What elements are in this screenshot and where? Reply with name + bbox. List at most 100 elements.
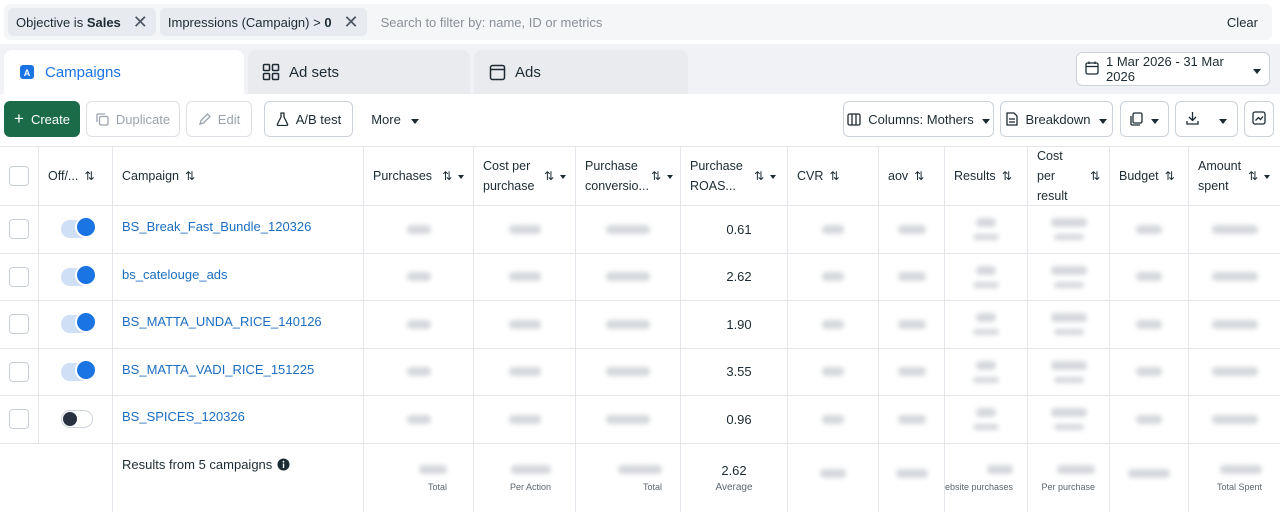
metric-cell	[1189, 301, 1280, 348]
redacted-subvalue	[1053, 281, 1084, 288]
column-header-label: Campaign	[122, 169, 179, 183]
campaign-name-link[interactable]: BS_Break_Fast_Bundle_120326	[113, 219, 311, 234]
metric-cell	[576, 301, 681, 348]
row-checkbox[interactable]	[9, 314, 29, 335]
redacted-value	[406, 319, 431, 329]
table-row[interactable]: BS_MATTA_UNDA_RICE_140126 1.90	[0, 301, 1280, 349]
sort-icon[interactable]: ⇅	[1002, 166, 1012, 186]
row-checkbox[interactable]	[9, 361, 29, 382]
roas-value: 0.96	[726, 411, 752, 427]
sort-icon[interactable]: ⇅	[914, 166, 924, 186]
campaign-toggle[interactable]	[61, 358, 97, 381]
redacted-subvalue	[1053, 329, 1084, 336]
sort-icon[interactable]: ⇅	[185, 166, 195, 186]
metric-cell	[1189, 396, 1280, 443]
filter-chip-impressions[interactable]: Impressions (Campaign) > 0 ✕	[159, 8, 367, 36]
column-header-campaign[interactable]: Campaign ⇅	[113, 147, 364, 205]
column-header-budget[interactable]: Budget ⇅	[1110, 147, 1189, 205]
column-header-cvr[interactable]: CVR ⇅	[788, 147, 879, 205]
tab-ads[interactable]: Ads	[474, 50, 688, 94]
column-header-aov[interactable]: aov ⇅	[879, 147, 945, 205]
sort-icon[interactable]: ⇅	[544, 166, 566, 186]
metric-cell	[1110, 301, 1189, 348]
redacted-value	[822, 414, 844, 424]
search-input[interactable]	[370, 8, 1227, 36]
sort-icon[interactable]: ⇅	[84, 166, 94, 186]
column-header-purchases[interactable]: Purchases ⇅	[364, 147, 474, 205]
campaign-toggle[interactable]	[61, 410, 93, 429]
sort-icon[interactable]: ⇅	[651, 166, 674, 186]
campaign-name-link[interactable]: BS_SPICES_120326	[113, 409, 245, 424]
column-header-results[interactable]: Results ⇅	[945, 147, 1028, 205]
row-checkbox[interactable]	[9, 266, 29, 287]
column-header-label: Results	[954, 169, 996, 183]
tab-ad-sets[interactable]: Ad sets	[248, 50, 470, 94]
edit-button[interactable]: Edit	[186, 101, 252, 137]
row-select-cell	[0, 253, 39, 300]
create-button-label: Create	[30, 111, 70, 127]
roas-cell: 0.61	[681, 206, 788, 253]
redacted-value	[1050, 360, 1087, 370]
column-header-cost-per-purchase[interactable]: Cost per purchase ⇅	[474, 147, 576, 205]
redacted-value	[822, 319, 844, 329]
redacted-value	[897, 414, 926, 424]
roas-value: 0.61	[726, 221, 752, 237]
columns-icon	[847, 112, 861, 126]
clear-button[interactable]: Clear	[1227, 15, 1258, 30]
info-icon[interactable]	[277, 458, 290, 474]
sort-icon[interactable]: ⇅	[829, 166, 839, 186]
breakdown-button[interactable]: Breakdown	[1000, 101, 1113, 137]
sort-icon[interactable]: ⇅	[442, 166, 465, 186]
export-button[interactable]	[1175, 101, 1238, 137]
sort-icon[interactable]: ⇅	[1090, 166, 1100, 186]
select-all-checkbox[interactable]	[9, 166, 29, 186]
table-row[interactable]: BS_Break_Fast_Bundle_120326 0.61	[0, 206, 1280, 254]
columns-button[interactable]: Columns: Mothers	[843, 101, 994, 137]
campaign-name-link[interactable]: bs_catelouge_ads	[113, 267, 228, 282]
campaign-name-link[interactable]: BS_MATTA_UNDA_RICE_140126	[113, 314, 322, 329]
redacted-subvalue	[973, 376, 999, 383]
more-button[interactable]: More	[362, 101, 428, 137]
table-footer: Results from 5 campaigns Total Per Actio…	[0, 444, 1280, 512]
column-header-cost-per-result[interactable]: Cost per result ⇅	[1028, 147, 1110, 205]
table-row[interactable]: BS_SPICES_120326 0.96	[0, 396, 1280, 444]
close-icon[interactable]: ✕	[133, 13, 148, 31]
row-checkbox[interactable]	[9, 409, 29, 430]
column-header-purchase-conversion[interactable]: Purchase conversio... ⇅	[576, 147, 681, 205]
table-row[interactable]: BS_MATTA_VADI_RICE_151225 3.55	[0, 348, 1280, 396]
campaign-name-link[interactable]: BS_MATTA_VADI_RICE_151225	[113, 362, 314, 377]
redacted-value	[406, 272, 431, 282]
date-range-picker[interactable]: 1 Mar 2026 - 31 Mar 2026	[1076, 52, 1270, 86]
chevron-down-icon	[410, 112, 419, 127]
sort-icon[interactable]: ⇅	[754, 166, 777, 186]
row-checkbox[interactable]	[9, 219, 29, 240]
column-header-label: Cost per purchase	[483, 159, 535, 193]
metric-cell	[364, 396, 474, 443]
campaign-toggle[interactable]	[61, 263, 97, 286]
ab-test-button[interactable]: A/B test	[264, 101, 353, 137]
close-icon[interactable]: ✕	[344, 13, 359, 31]
sort-icon[interactable]: ⇅	[1248, 166, 1271, 186]
redacted-value	[606, 414, 650, 424]
create-button[interactable]: + Create	[4, 101, 80, 137]
footer-cvr	[788, 444, 879, 512]
sort-icon[interactable]: ⇅	[1165, 166, 1175, 186]
footer-roas: 2.62 Average	[681, 444, 788, 512]
tab-campaigns[interactable]: A Campaigns	[4, 50, 244, 94]
campaign-toggle[interactable]	[61, 311, 97, 334]
table-row[interactable]: bs_catelouge_ads 2.62	[0, 253, 1280, 301]
column-header-purchase-roas[interactable]: Purchase ROAS... ⇅	[681, 147, 788, 205]
reports-button[interactable]	[1120, 101, 1169, 137]
footer-label: Results from 5 campaigns	[122, 457, 273, 472]
metric-cell	[1189, 349, 1280, 396]
duplicate-button[interactable]: Duplicate	[86, 101, 180, 137]
header-select-all	[0, 147, 39, 205]
filter-chip-objective[interactable]: Objective is Sales ✕	[8, 8, 156, 36]
footer-purchases-sub: Total	[427, 481, 447, 492]
campaign-toggle[interactable]	[61, 216, 97, 239]
chart-button[interactable]	[1244, 101, 1274, 137]
column-header-amount-spent[interactable]: Amount spent ⇅	[1189, 147, 1280, 205]
column-header-label: aov	[888, 169, 909, 183]
metric-cell	[474, 253, 576, 300]
column-header-toggle[interactable]: Off/... ⇅	[39, 147, 113, 205]
